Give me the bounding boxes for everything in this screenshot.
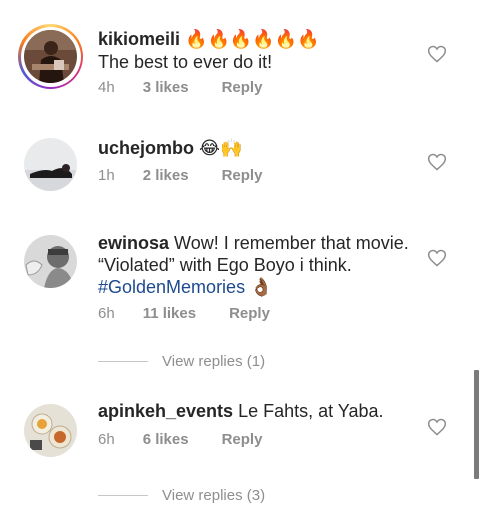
likes-count[interactable]: 2 likes bbox=[143, 167, 189, 184]
likes-count[interactable]: 11 likes bbox=[143, 305, 196, 322]
username[interactable]: kikiomeili bbox=[98, 29, 180, 49]
comment-meta: 6h 11 likes Reply bbox=[98, 303, 270, 323]
view-replies-button[interactable]: View replies (1) bbox=[98, 351, 265, 371]
comment-text: uchejombo 😂🙌 bbox=[98, 137, 416, 160]
timestamp: 4h bbox=[98, 78, 115, 96]
heart-icon[interactable] bbox=[427, 44, 447, 64]
username[interactable]: ewinosa bbox=[98, 233, 169, 253]
comment-text: ewinosa Wow! I remember that movie. “Vio… bbox=[98, 232, 416, 299]
heart-icon[interactable] bbox=[427, 152, 447, 172]
timestamp: 6h bbox=[98, 304, 115, 322]
comment-meta: 6h 6 likes Reply bbox=[98, 429, 262, 449]
avatar[interactable] bbox=[24, 404, 77, 457]
comment-text: apinkeh_events Le Fahts, at Yaba. bbox=[98, 400, 416, 422]
timestamp: 1h bbox=[98, 166, 115, 184]
divider-line bbox=[98, 360, 148, 362]
heart-icon[interactable] bbox=[427, 248, 447, 268]
view-replies-button[interactable]: View replies (3) bbox=[98, 485, 265, 505]
comment-body: Le Fahts, at Yaba. bbox=[238, 401, 384, 421]
view-replies-label[interactable]: View replies (3) bbox=[162, 487, 265, 504]
scrollbar[interactable] bbox=[474, 370, 479, 479]
username[interactable]: uchejombo bbox=[98, 138, 194, 158]
avatar[interactable] bbox=[24, 30, 77, 83]
comment-body: The best to ever do it! bbox=[98, 52, 273, 72]
fire-emoji: 🔥🔥🔥🔥🔥🔥 bbox=[185, 29, 320, 50]
reply-button[interactable]: Reply bbox=[222, 167, 263, 184]
hashtag-link[interactable]: #GoldenMemories bbox=[98, 277, 245, 297]
comment-text: kikiomeili 🔥🔥🔥🔥🔥🔥 The best to ever do it… bbox=[98, 28, 416, 73]
ok-hand-emoji: 👌🏾 bbox=[250, 277, 273, 298]
divider-line bbox=[98, 494, 148, 496]
avatar[interactable] bbox=[24, 235, 77, 288]
timestamp: 6h bbox=[98, 430, 115, 448]
laughing-emoji: 😂🙌 bbox=[199, 138, 243, 159]
story-ring[interactable] bbox=[18, 24, 83, 89]
avatar[interactable] bbox=[24, 138, 77, 191]
reply-button[interactable]: Reply bbox=[222, 431, 263, 448]
username[interactable]: apinkeh_events bbox=[98, 401, 233, 421]
reply-button[interactable]: Reply bbox=[222, 79, 263, 96]
likes-count[interactable]: 3 likes bbox=[143, 79, 189, 96]
comment-meta: 4h 3 likes Reply bbox=[98, 77, 262, 97]
reply-button[interactable]: Reply bbox=[229, 305, 270, 322]
heart-icon[interactable] bbox=[427, 417, 447, 437]
likes-count[interactable]: 6 likes bbox=[143, 431, 189, 448]
comment-meta: 1h 2 likes Reply bbox=[98, 165, 262, 185]
view-replies-label[interactable]: View replies (1) bbox=[162, 353, 265, 370]
